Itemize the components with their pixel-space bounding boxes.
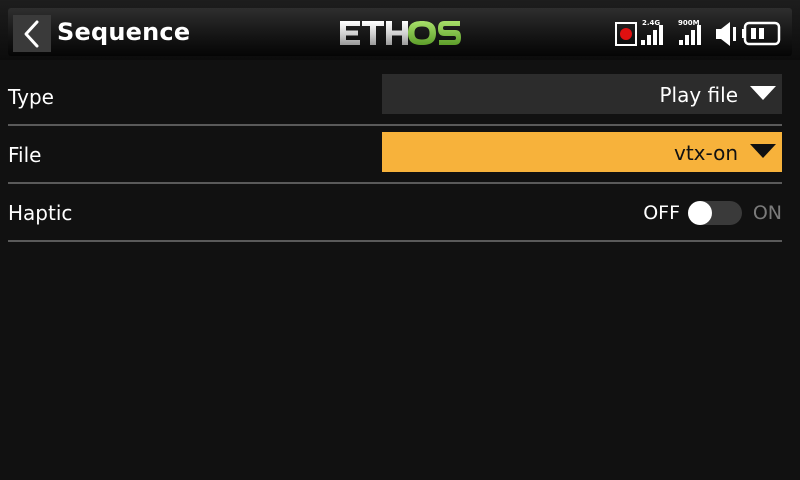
type-dropdown[interactable]: Play file: [382, 74, 782, 114]
type-value: Play file: [659, 83, 738, 107]
back-button[interactable]: [13, 15, 51, 52]
haptic-label: Haptic: [8, 201, 73, 225]
haptic-row: Haptic OFF ON: [8, 190, 782, 242]
band-2-4g-label: 2.4G: [642, 19, 660, 27]
header: Sequence 2.4G 900M: [0, 0, 800, 60]
file-dropdown[interactable]: vtx-on: [382, 132, 782, 172]
type-label: Type: [8, 85, 54, 109]
record-icon: [615, 22, 637, 46]
file-row: File vtx-on: [8, 132, 782, 184]
toggle-knob: [688, 201, 712, 225]
toggle-off-label: OFF: [643, 202, 680, 224]
haptic-toggle[interactable]: [688, 201, 742, 225]
ethos-logo: [340, 21, 461, 45]
chevron-left-icon: [24, 20, 39, 47]
file-value: vtx-on: [673, 141, 738, 165]
file-label: File: [8, 143, 42, 167]
status-bar: 2.4G 900M: [615, 19, 781, 46]
page-title: Sequence: [57, 18, 191, 46]
haptic-toggle-group: OFF ON: [622, 200, 782, 226]
band-900m-label: 900M: [678, 19, 700, 27]
speaker-icon: [716, 22, 736, 46]
toggle-on-label: ON: [752, 202, 782, 224]
sequence-screen: Sequence 2.4G 900M Type Play file File v…: [0, 0, 800, 480]
caret-down-icon: [750, 86, 776, 100]
signal-2-4g-icon: [641, 25, 663, 45]
battery-icon: [742, 21, 781, 46]
caret-down-icon: [750, 144, 776, 158]
signal-900m-icon: [679, 25, 701, 45]
type-row: Type Play file: [8, 74, 782, 126]
